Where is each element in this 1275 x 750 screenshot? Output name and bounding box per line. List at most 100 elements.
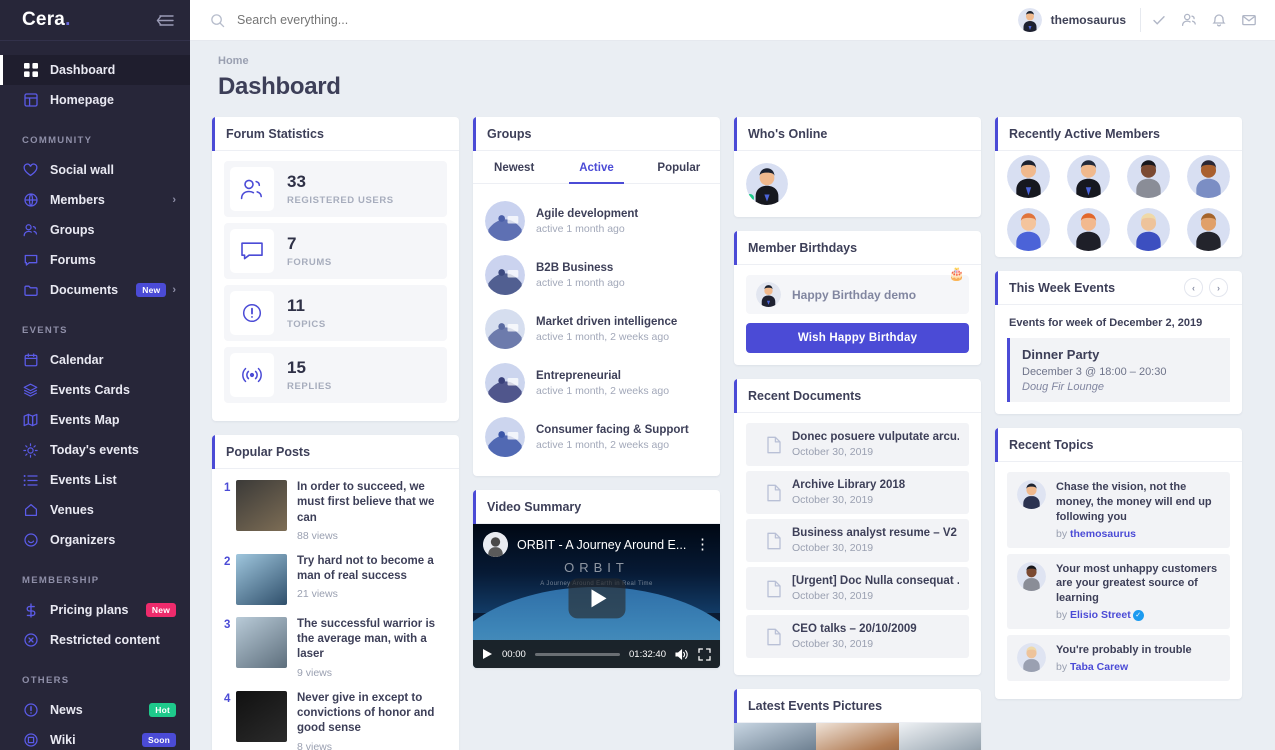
group-item[interactable]: Consumer facing & Support active 1 month,… — [485, 410, 708, 464]
sidebar-item-homepage[interactable]: Homepage — [0, 85, 190, 115]
stat-label: TOPICS — [287, 318, 326, 330]
member-avatar[interactable] — [1127, 208, 1171, 251]
chevron-right-icon: › — [172, 284, 176, 296]
sidebar-item-members[interactable]: Members › — [0, 185, 190, 215]
sidebar-item-venues[interactable]: Venues — [0, 495, 190, 525]
sidebar-item-groups[interactable]: Groups — [0, 215, 190, 245]
group-activity: active 1 month, 2 weeks ago — [536, 330, 670, 343]
sidebar-item-news[interactable]: News Hot — [0, 695, 190, 725]
this-week-events-header: This Week Events ‹ › — [995, 271, 1242, 305]
sidebar-item-label: Restricted content — [50, 633, 160, 647]
topic-author-avatar — [1017, 643, 1046, 673]
document-item[interactable]: CEO talks – 20/10/2009 October 30, 2019 — [746, 615, 969, 658]
member-avatar[interactable] — [1006, 208, 1050, 251]
group-item[interactable]: Entrepreneurial active 1 month, 2 weeks a… — [485, 356, 708, 410]
post-thumbnail — [236, 480, 287, 531]
sidebar-item-pricing-plans[interactable]: Pricing plans New — [0, 595, 190, 625]
member-avatar[interactable] — [1006, 155, 1050, 198]
topic-title: Chase the vision, not the money, the mon… — [1056, 481, 1212, 523]
member-avatar[interactable] — [1127, 155, 1171, 198]
user-menu[interactable]: themosaurus — [1017, 8, 1141, 32]
stat-item[interactable]: 15 REPLIES — [224, 347, 447, 403]
calendar-icon — [22, 352, 39, 369]
tab-newest[interactable]: Newest — [473, 151, 555, 183]
stat-item[interactable]: 33 REGISTERED USERS — [224, 161, 447, 217]
sidebar-item-events-list[interactable]: Events List — [0, 465, 190, 495]
popular-post-item[interactable]: 4 Never give in except to convictions of … — [224, 686, 447, 750]
sidebar-item-label: Dashboard — [50, 63, 116, 77]
alert-icon — [22, 702, 39, 719]
video-player[interactable]: ORBIT - A Journey Around E... ⋮ ORBIT A … — [473, 524, 720, 668]
volume-icon[interactable] — [675, 648, 689, 661]
play-icon[interactable] — [568, 578, 625, 619]
group-item[interactable]: Agile development active 1 month ago — [485, 194, 708, 248]
sidebar-item-calendar[interactable]: Calendar — [0, 345, 190, 375]
document-item[interactable]: Archive Library 2018 October 30, 2019 — [746, 471, 969, 514]
sidebar: Cera. Dashboard Homepage COMMUNITY Social … — [0, 0, 190, 750]
wish-happy-birthday-button[interactable]: Wish Happy Birthday — [746, 323, 969, 353]
topic-author: by Taba Carew — [1056, 660, 1129, 673]
sidebar-section-title: COMMUNITY — [22, 135, 93, 146]
member-avatar[interactable] — [1066, 208, 1110, 251]
sidebar-item-documents[interactable]: Documents New › — [0, 275, 190, 305]
sidebar-item-restricted-content[interactable]: Restricted content — [0, 625, 190, 655]
popular-post-item[interactable]: 2 Try hard not to become a man of real su… — [224, 549, 447, 612]
topic-item[interactable]: You're probably in trouble by Taba Carew — [1007, 635, 1230, 681]
mail-icon[interactable] — [1241, 12, 1257, 28]
picture-thumbnail[interactable] — [816, 723, 899, 750]
heart-icon — [22, 162, 39, 179]
sidebar-item-events-map[interactable]: Events Map — [0, 405, 190, 435]
video-progress-slider[interactable] — [534, 652, 621, 656]
sidebar-item-dashboard[interactable]: Dashboard — [0, 55, 190, 85]
sidebar-item-today-s-events[interactable]: Today's events — [0, 435, 190, 465]
collapse-sidebar-icon[interactable] — [156, 14, 174, 27]
brand-name: Cera — [22, 9, 66, 30]
online-member-avatar[interactable] — [746, 163, 788, 205]
prev-week-button[interactable]: ‹ — [1184, 278, 1203, 297]
topic-item[interactable]: Your most unhappy customers are your gre… — [1007, 553, 1230, 630]
whos-online-card: Who's Online — [734, 117, 981, 217]
next-week-button[interactable]: › — [1209, 278, 1228, 297]
sidebar-item-organizers[interactable]: Organizers — [0, 525, 190, 555]
fullscreen-icon[interactable] — [698, 647, 711, 661]
sidebar-item-events-cards[interactable]: Events Cards — [0, 375, 190, 405]
document-item[interactable]: Business analyst resume – V2 October 30, … — [746, 519, 969, 562]
tab-popular[interactable]: Popular — [638, 151, 720, 183]
video-current-time: 00:00 — [502, 648, 526, 660]
sidebar-item-forums[interactable]: Forums — [0, 245, 190, 275]
groups-card: Groups Newest Active Popular Agile develop… — [473, 117, 720, 476]
play-button[interactable] — [482, 648, 493, 660]
event-item[interactable]: Dinner Party December 3 @ 18:00 – 20:30 … — [1007, 338, 1230, 402]
week-subtitle: Events for week of December 2, 2019 — [1009, 317, 1203, 329]
popular-post-item[interactable]: 3 The successful warrior is the average m… — [224, 612, 447, 686]
sidebar-item-label: Homepage — [50, 93, 114, 107]
stat-item[interactable]: 11 TOPICS — [224, 285, 447, 341]
picture-thumbnail[interactable] — [734, 723, 817, 750]
brand-logo[interactable]: Cera. — [22, 9, 71, 31]
picture-thumbnail[interactable] — [898, 723, 981, 750]
document-item[interactable]: [Urgent] Doc Nulla consequat ... October … — [746, 567, 969, 610]
search-input[interactable] — [237, 13, 557, 27]
member-avatar[interactable] — [1066, 155, 1110, 198]
topic-item[interactable]: Chase the vision, not the money, the mon… — [1007, 472, 1230, 548]
video-channel-avatar[interactable] — [483, 532, 508, 557]
kebab-menu-icon[interactable]: ⋮ — [695, 537, 710, 552]
stat-item[interactable]: 7 FORUMS — [224, 223, 447, 279]
sidebar-item-social-wall[interactable]: Social wall — [0, 155, 190, 185]
group-item[interactable]: B2B Business active 1 month ago — [485, 248, 708, 302]
tab-active[interactable]: Active — [555, 151, 637, 184]
global-search[interactable] — [210, 13, 1018, 28]
group-item[interactable]: Market driven intelligence active 1 month… — [485, 302, 708, 356]
sidebar-item-label: News — [50, 703, 83, 717]
users-icon[interactable] — [1181, 12, 1197, 28]
member-avatar[interactable] — [1187, 208, 1231, 251]
check-icon[interactable] — [1151, 12, 1167, 28]
popular-post-item[interactable]: 1 In order to succeed, we must first beli… — [224, 475, 447, 549]
birthday-entry[interactable]: Happy Birthday demo 🎂 — [746, 266, 969, 314]
column-4: Recently Active Members This Week Events… — [995, 117, 1242, 713]
document-item[interactable]: Donec posuere vulputate arcu. ... October… — [746, 423, 969, 466]
sidebar-item-wiki[interactable]: Wiki Soon — [0, 725, 190, 750]
bell-icon[interactable] — [1211, 12, 1227, 28]
breadcrumb[interactable]: Home — [212, 41, 1253, 67]
member-avatar[interactable] — [1187, 155, 1231, 198]
